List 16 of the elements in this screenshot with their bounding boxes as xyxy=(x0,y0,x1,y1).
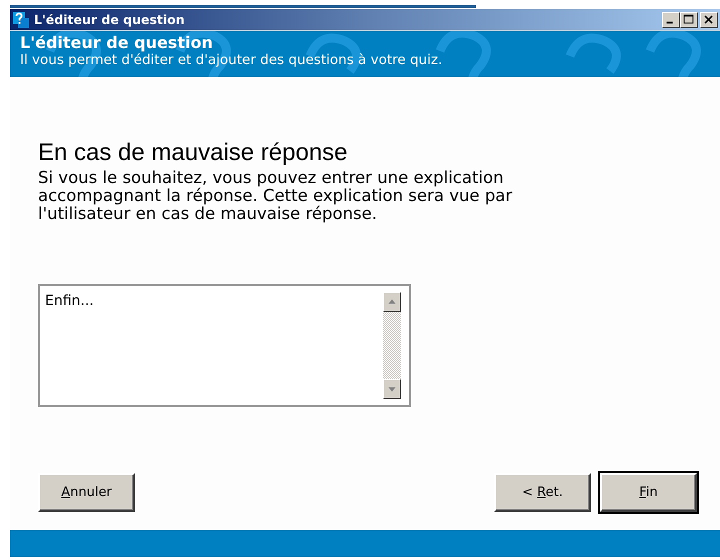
cancel-button[interactable]: Annuler xyxy=(38,473,135,512)
header-title: L'éditeur de question xyxy=(20,33,214,52)
scroll-up-icon[interactable] xyxy=(383,292,401,312)
window-title: L'éditeur de question xyxy=(34,12,186,27)
explanation-field[interactable]: Enfin... xyxy=(38,284,411,407)
minimize-icon[interactable] xyxy=(662,12,680,28)
maximize-icon[interactable] xyxy=(680,12,698,28)
scroll-down-icon[interactable] xyxy=(383,379,401,399)
header-subtitle: Il vous permet d'éditer et d'ajouter des questions à votre quiz. xyxy=(20,52,444,68)
scrollbar[interactable] xyxy=(383,292,401,399)
finish-button[interactable]: Fin xyxy=(600,473,697,512)
question-mark-icon xyxy=(13,12,29,28)
back-button[interactable]: < Ret. xyxy=(494,473,591,512)
close-icon[interactable] xyxy=(700,12,718,28)
step-description: Si vous le souhaitez, vous pouvez entrer une explication accompagnant la réponse. Cette explication sera vue par l'utilisateur en cas de mauvaise réponse. xyxy=(38,169,514,223)
step-heading: En cas de mauvaise réponse xyxy=(38,139,349,167)
